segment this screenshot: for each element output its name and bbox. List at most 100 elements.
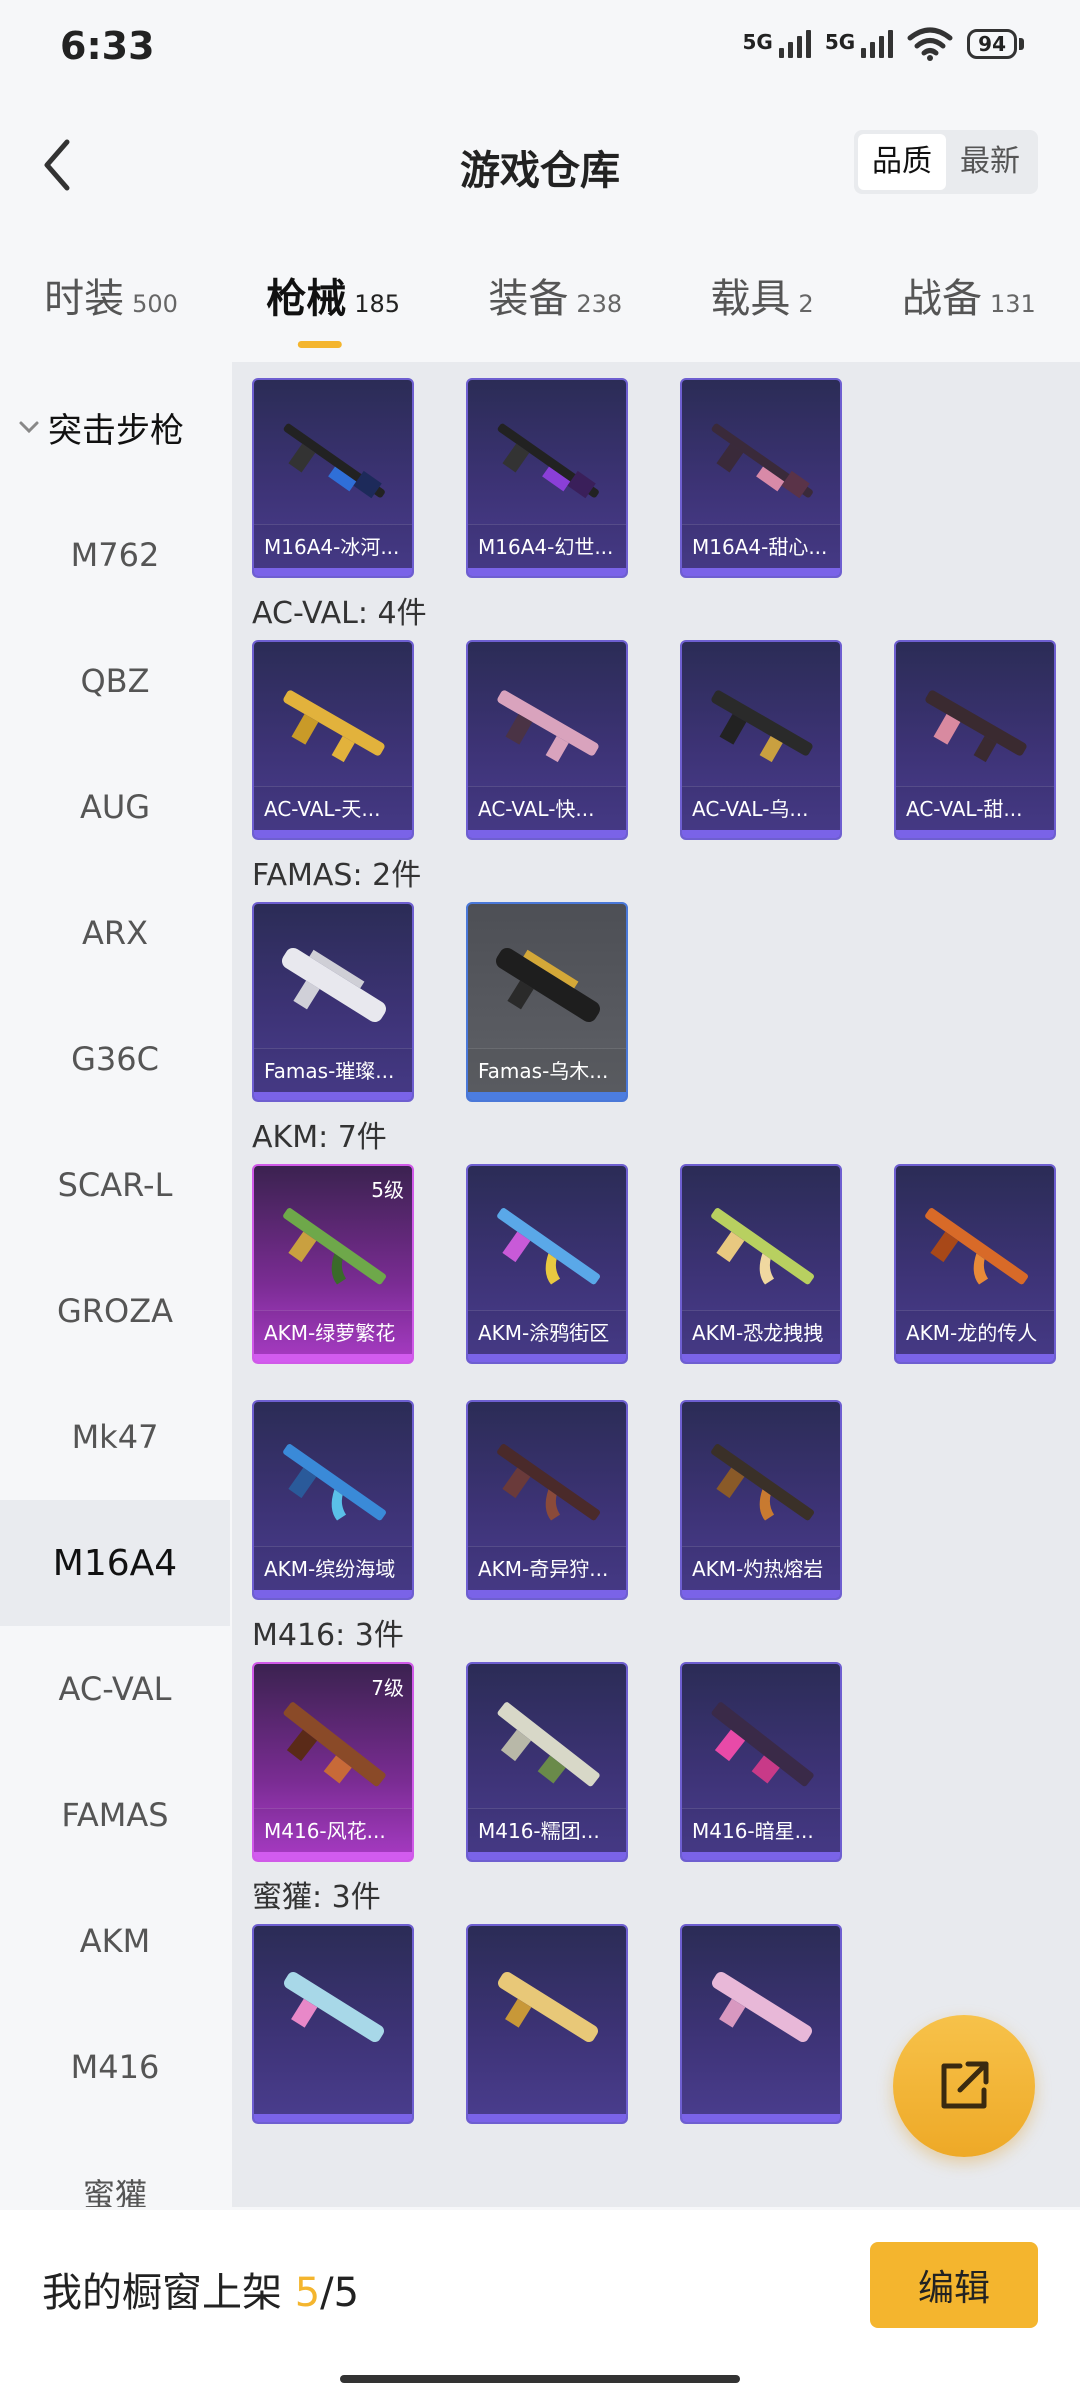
skin-card[interactable]: 5级 AKM-绿萝繁花: [252, 1164, 414, 1364]
sidebar-item-m416[interactable]: M416: [0, 2004, 230, 2130]
rifle-icon: [497, 1444, 600, 1521]
tab-label: 装备: [488, 276, 569, 322]
sidebar-item-famas[interactable]: FAMAS: [0, 1752, 230, 1878]
skin-card[interactable]: M16A4-冰河...: [252, 378, 414, 578]
group-famas: Famas-璀璨... Famas-乌木...: [232, 902, 1080, 1102]
battery-level: 94: [967, 29, 1017, 59]
skin-card[interactable]: Famas-璀璨...: [252, 902, 414, 1102]
skin-card[interactable]: AKM-奇异狩...: [466, 1400, 628, 1600]
rifle-icon: [711, 1444, 814, 1521]
skin-card[interactable]: AKM-恐龙拽拽: [680, 1164, 842, 1364]
status-icons: 5G 5G 94: [742, 26, 1024, 62]
sidebar-item-groza[interactable]: GROZA: [0, 1248, 230, 1374]
tab-equipment[interactable]: 装备 238: [488, 266, 622, 324]
rifle-icon: [496, 947, 600, 1023]
group-akm-row2: AKM-缤纷海域 AKM-奇异狩... AKM-灼热熔岩: [232, 1400, 1080, 1600]
sidebar-item-aug[interactable]: AUG: [0, 744, 230, 870]
rifle-icon: [497, 690, 599, 763]
sort-latest-button[interactable]: 最新: [946, 134, 1034, 190]
tab-label: 时装: [44, 276, 125, 322]
skin-card[interactable]: AC-VAL-天...: [252, 640, 414, 840]
sidebar-item-g36c[interactable]: G36C: [0, 996, 230, 1122]
sidebar-group-assault-rifles[interactable]: 突击步枪: [0, 362, 230, 492]
skin-name: AKM-缤纷海域: [254, 1546, 412, 1590]
tab-supplies[interactable]: 战备 131: [902, 266, 1036, 324]
rifle-icon: [711, 1702, 814, 1787]
skin-name: M416-糯团...: [468, 1808, 626, 1852]
skin-card[interactable]: 7级 M416-风花...: [252, 1662, 414, 1862]
skin-name: AC-VAL-乌...: [682, 786, 840, 830]
sidebar-item-ac-val[interactable]: AC-VAL: [0, 1626, 230, 1752]
bottom-bar: 我的橱窗上架 5/5 编辑: [0, 2210, 1080, 2400]
showcase-current-count: 5: [294, 2270, 321, 2316]
showcase-total-count: /5: [320, 2270, 360, 2316]
skin-name: Famas-乌木...: [468, 1048, 626, 1092]
skin-name: M16A4-冰河...: [254, 524, 412, 568]
skin-name: Famas-璀璨...: [254, 1048, 412, 1092]
sidebar-item-akm[interactable]: AKM: [0, 1878, 230, 2004]
skin-card[interactable]: [680, 1924, 842, 2124]
home-indicator[interactable]: [340, 2375, 740, 2383]
sidebar-item-m762[interactable]: M762: [0, 492, 230, 618]
rifle-icon: [283, 423, 385, 499]
sidebar-item-m16a4[interactable]: M16A4: [0, 1500, 230, 1626]
sidebar-item-honey-badger[interactable]: 蜜獾: [0, 2130, 230, 2207]
group-title-famas: FAMAS: 2件: [252, 858, 422, 893]
skin-card[interactable]: M16A4-甜心...: [680, 378, 842, 578]
skin-card[interactable]: [466, 1924, 628, 2124]
rifle-icon: [711, 1208, 814, 1285]
app-root: 6:33 5G 5G 94 游戏仓库 品质 最新 时装 500 枪械 185 装…: [0, 0, 1080, 2400]
skin-card[interactable]: AKM-涂鸦街区: [466, 1164, 628, 1364]
skin-card[interactable]: AKM-灼热熔岩: [680, 1400, 842, 1600]
skin-name: AKM-龙的传人: [896, 1310, 1054, 1354]
skin-card[interactable]: AC-VAL-甜...: [894, 640, 1056, 840]
edit-button[interactable]: 编辑: [870, 2242, 1038, 2328]
signal-icon: 5G: [742, 30, 811, 58]
rifle-icon: [925, 1208, 1028, 1285]
skin-card[interactable]: AC-VAL-快...: [466, 640, 628, 840]
skin-card[interactable]: M16A4-幻世...: [466, 378, 628, 578]
skin-name: AKM-涂鸦街区: [468, 1310, 626, 1354]
group-title-ac-val: AC-VAL: 4件: [252, 596, 427, 631]
network-label-2: 5G: [824, 30, 856, 54]
tab-count: 238: [576, 290, 623, 318]
share-button[interactable]: [893, 2015, 1035, 2157]
skin-card[interactable]: AKM-缤纷海域: [252, 1400, 414, 1600]
skin-card[interactable]: [252, 1924, 414, 2124]
skin-card[interactable]: AKM-龙的传人: [894, 1164, 1056, 1364]
top-nav: 游戏仓库 品质 最新: [0, 100, 1080, 230]
rifle-icon: [283, 1444, 386, 1521]
tab-count: 131: [989, 290, 1036, 318]
sort-quality-button[interactable]: 品质: [858, 134, 946, 190]
skin-name: AKM-灼热熔岩: [682, 1546, 840, 1590]
rifle-icon: [284, 1971, 384, 2043]
rifle-icon: [712, 1971, 812, 2043]
rifle-icon: [711, 423, 813, 499]
tab-guns[interactable]: 枪械 185: [266, 266, 400, 324]
group-ac-val: AC-VAL-天... AC-VAL-快... AC-VAL-乌... AC-V…: [232, 640, 1080, 840]
sidebar-item-qbz[interactable]: QBZ: [0, 618, 230, 744]
skin-card[interactable]: M416-暗星...: [680, 1662, 842, 1862]
sidebar-item-scar-l[interactable]: SCAR-L: [0, 1122, 230, 1248]
tab-count: 2: [798, 290, 814, 318]
skin-grid: M16A4-冰河... M16A4-幻世... M16A4-甜心... AC-V…: [232, 362, 1080, 2207]
tab-fashion[interactable]: 时装 500: [44, 266, 178, 324]
rifle-icon: [497, 1208, 600, 1285]
rifle-icon: [283, 690, 385, 763]
skin-name: M16A4-幻世...: [468, 524, 626, 568]
weapon-type-sidebar: 突击步枪 M762 QBZ AUG ARX G36C SCAR-L GROZA …: [0, 362, 230, 2207]
rifle-icon: [711, 690, 813, 763]
sidebar-item-mk47[interactable]: Mk47: [0, 1374, 230, 1500]
battery-icon: 94: [967, 29, 1024, 59]
skin-card[interactable]: Famas-乌木...: [466, 902, 628, 1102]
tab-count: 500: [132, 290, 178, 318]
sidebar-item-arx[interactable]: ARX: [0, 870, 230, 996]
tab-vehicles[interactable]: 载具 2: [710, 266, 813, 324]
skin-card[interactable]: M416-糯团...: [466, 1662, 628, 1862]
rifle-icon: [283, 1702, 386, 1787]
skin-card[interactable]: AC-VAL-乌...: [680, 640, 842, 840]
wifi-icon: [907, 27, 953, 61]
group-title-honey-badger: 蜜獾: 3件: [252, 1880, 381, 1915]
rifle-icon: [497, 423, 599, 499]
rifle-icon: [283, 1208, 386, 1285]
